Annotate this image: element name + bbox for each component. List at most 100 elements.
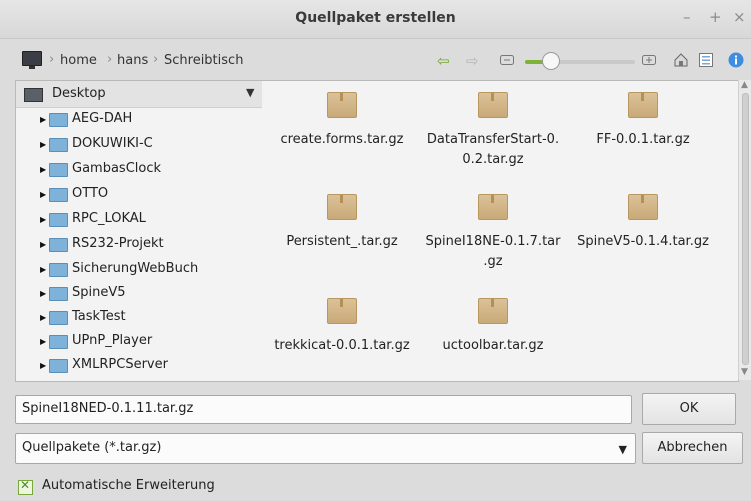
scroll-up-icon[interactable]: ▲: [741, 80, 748, 90]
sidebar-item-dokuwiki-c[interactable]: ▶ DOKUWIKI-C: [16, 133, 262, 155]
sidebar-item-rs232-projekt[interactable]: ▶ RS232-Projekt: [16, 233, 262, 255]
file-name: create.forms.tar.gz: [280, 132, 404, 147]
zoom-in-icon[interactable]: [641, 52, 657, 68]
archive-icon: [478, 298, 508, 324]
scrollbar-thumb[interactable]: [742, 93, 749, 365]
folder-label: SpineV5: [72, 285, 126, 300]
desktop-dropdown[interactable]: Desktop ▼: [16, 81, 262, 108]
close-button[interactable]: ×: [733, 8, 746, 26]
archive-icon: [628, 92, 658, 118]
folder-icon: [49, 188, 68, 202]
list-view-icon[interactable]: [698, 52, 714, 68]
folder-icon: [49, 311, 68, 325]
sidebar-item-xmlrpcserver[interactable]: ▶ XMLRPCServer: [16, 354, 262, 376]
sidebar-item-spinev5[interactable]: ▶ SpineV5: [16, 282, 262, 304]
sidebar-item-aeg-dah[interactable]: ▶ AEG-DAH: [16, 108, 262, 130]
file-name: uctoolbar.tar.gz: [442, 338, 544, 353]
expander-icon[interactable]: ▶: [40, 165, 46, 174]
file-name: trekkicat-0.0.1.tar.gz: [274, 338, 410, 353]
folder-label: DOKUWIKI-C: [72, 136, 153, 151]
vertical-scrollbar[interactable]: ▲ ▼: [738, 80, 751, 380]
auto-extension-checkbox[interactable]: ✕: [18, 478, 33, 495]
expander-icon[interactable]: ▶: [40, 361, 46, 370]
filename-value: SpineI18NED-0.1.11.tar.gz: [22, 401, 194, 416]
sidebar-item-upnp-player[interactable]: ▶ UPnP_Player: [16, 330, 262, 352]
expander-icon[interactable]: ▶: [40, 140, 46, 149]
back-arrow-icon[interactable]: ⇦: [437, 52, 450, 70]
info-icon[interactable]: [728, 52, 744, 68]
chevron-down-icon: ▼: [246, 86, 255, 99]
desktop-icon: [24, 88, 43, 102]
folder-label: RS232-Projekt: [72, 236, 164, 251]
folder-label: AEG-DAH: [72, 111, 133, 126]
minimize-button[interactable]: –: [683, 8, 691, 26]
expander-icon[interactable]: ▶: [40, 115, 46, 124]
ok-button[interactable]: OK: [642, 393, 736, 425]
checkmark-icon: ✕: [20, 478, 31, 492]
breadcrumb-separator: ›: [153, 52, 159, 67]
breadcrumb-separator: ›: [49, 52, 55, 67]
folder-icon: [49, 359, 68, 373]
file-name: DataTransferStart-0.: [426, 132, 560, 147]
folder-icon: [49, 138, 68, 152]
file-name: SpineI18NE-0.1.7.tar: [425, 234, 561, 249]
folder-icon: [49, 113, 68, 127]
folder-label: GambasClock: [72, 161, 162, 176]
breadcrumb-home[interactable]: home: [60, 53, 97, 68]
folder-label: TaskTest: [72, 309, 126, 324]
expander-icon[interactable]: ▶: [40, 215, 46, 224]
maximize-button[interactable]: +: [709, 8, 722, 26]
file-name: FF-0.0.1.tar.gz: [596, 132, 690, 147]
breadcrumb-schreibtisch[interactable]: Schreibtisch: [164, 53, 243, 68]
folder-label: RPC_LOKAL: [72, 211, 146, 226]
archive-icon: [478, 194, 508, 220]
sidebar-item-tasktest[interactable]: ▶ TaskTest: [16, 306, 262, 328]
folder-label: XMLRPCServer: [72, 357, 168, 372]
archive-icon: [478, 92, 508, 118]
folder-icon: [49, 238, 68, 252]
home-folder-icon[interactable]: [673, 52, 689, 68]
filter-dropdown[interactable]: Quellpakete (*.tar.gz) ▼: [15, 433, 636, 464]
folder-icon: [49, 335, 68, 349]
folder-label: OTTO: [72, 186, 109, 201]
folder-label: UPnP_Player: [72, 333, 153, 348]
expander-icon[interactable]: ▶: [40, 313, 46, 322]
zoom-out-icon[interactable]: [499, 52, 515, 68]
cancel-button[interactable]: Abbrechen: [642, 432, 743, 464]
desktop-label: Desktop: [52, 86, 106, 101]
sidebar-item-gambasclock[interactable]: ▶ GambasClock: [16, 158, 262, 180]
archive-icon: [628, 194, 658, 220]
folder-icon: [49, 287, 68, 301]
expander-icon[interactable]: ▶: [40, 190, 46, 199]
archive-icon: [327, 92, 357, 118]
file-icon-view: create.forms.tar.gz DataTransferStart-0.…: [262, 80, 739, 382]
folder-label: SicherungWebBuch: [72, 261, 199, 276]
file-name-continued: 0.2.tar.gz: [462, 152, 524, 167]
computer-icon[interactable]: [22, 51, 42, 69]
places-sidebar: Desktop ▼ ▶ AEG-DAH ▶ DOKUWIKI-C ▶ GambasCl…: [15, 80, 263, 382]
chevron-down-icon: ▼: [618, 443, 627, 456]
archive-icon: [327, 194, 357, 220]
breadcrumb-hans[interactable]: hans: [117, 53, 148, 68]
expander-icon[interactable]: ▶: [40, 337, 46, 346]
filter-value: Quellpakete (*.tar.gz): [22, 440, 162, 455]
folder-icon: [49, 163, 68, 177]
location-toolbar: [0, 39, 751, 79]
filename-input[interactable]: SpineI18NED-0.1.11.tar.gz: [15, 395, 632, 424]
folder-icon: [49, 213, 68, 227]
expander-icon[interactable]: ▶: [40, 265, 46, 274]
scroll-down-icon[interactable]: ▼: [741, 367, 748, 377]
title-bar: Quellpaket erstellen – + ×: [0, 0, 751, 39]
expander-icon[interactable]: ▶: [40, 289, 46, 298]
forward-arrow-icon[interactable]: ⇨: [466, 52, 479, 70]
sidebar-item-sicherungwebbuch[interactable]: ▶ SicherungWebBuch: [16, 258, 262, 280]
sidebar-item-otto[interactable]: ▶ OTTO: [16, 183, 262, 205]
file-name-continued: .gz: [483, 254, 503, 269]
sidebar-item-rpc-lokal[interactable]: ▶ RPC_LOKAL: [16, 208, 262, 230]
dialog-window: Quellpaket erstellen – + × › home › hans…: [0, 0, 751, 501]
file-name: SpineV5-0.1.4.tar.gz: [577, 234, 709, 249]
archive-icon: [327, 298, 357, 324]
dialog-title: Quellpaket erstellen: [295, 10, 456, 26]
folder-icon: [49, 263, 68, 277]
expander-icon[interactable]: ▶: [40, 240, 46, 249]
